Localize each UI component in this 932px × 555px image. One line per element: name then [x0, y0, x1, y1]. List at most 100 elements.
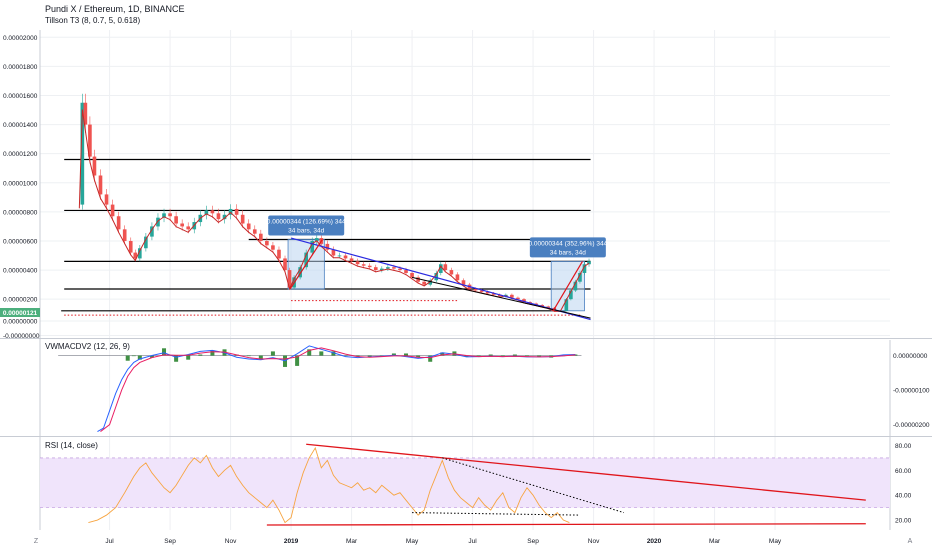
- candle-body: [116, 216, 121, 230]
- candle-body: [283, 258, 287, 271]
- x-tick-label: Mar: [346, 538, 358, 545]
- rsi-y-tick-label: 60.00: [895, 468, 912, 475]
- x-tick-label: Sep: [527, 538, 539, 545]
- rsi-legend[interactable]: RSI (14, close): [45, 441, 98, 450]
- macd-histogram-bar: [270, 351, 275, 356]
- macd-histogram-bar: [404, 353, 409, 356]
- candle-body: [104, 194, 109, 205]
- candle-body: [210, 210, 215, 214]
- measure-label-1[interactable]: 0.00000344 (126.69%) 344 34 bars, 34d: [267, 215, 346, 236]
- y-tick-label: -0.00000000: [3, 333, 40, 340]
- macd-y-tick-label: 0.00000000: [893, 353, 928, 360]
- measure-label-2[interactable]: 0.00000344 (352.96%) 344 34 bars, 34d: [528, 237, 608, 258]
- x-tick-label: May: [406, 538, 419, 545]
- x-tick-label: Nov: [225, 538, 237, 545]
- candle-body: [398, 268, 402, 271]
- candle-body: [271, 245, 275, 250]
- x-tick-label: Nov: [588, 538, 600, 545]
- candle-body: [386, 267, 390, 269]
- candle-body: [98, 175, 103, 195]
- x-tick-label: Sep: [164, 538, 176, 545]
- x-tick-label: Jul: [468, 538, 477, 545]
- macd-histogram-bar: [319, 351, 324, 356]
- macd-histogram-bar: [488, 354, 493, 356]
- rsi-trendline-dotted: [412, 512, 579, 516]
- rsi-pane[interactable]: [40, 443, 890, 526]
- macd-histogram-bar: [131, 355, 136, 357]
- y-tick-label: 0.00002000: [3, 35, 38, 42]
- y-tick-label: 0.00001800: [3, 64, 38, 71]
- candle-body: [259, 233, 263, 241]
- candle-body: [331, 249, 336, 256]
- x-tick-label: May: [769, 538, 782, 545]
- y-tick-label: 0.00000200: [3, 297, 38, 304]
- zoom-toggle-button[interactable]: Z: [34, 538, 39, 545]
- candle-body: [422, 281, 426, 285]
- last-price-text: 0.00000121: [3, 310, 38, 317]
- tillson-legend[interactable]: Tillson T3 (8, 0.7, 5, 0.618): [45, 16, 140, 25]
- measure-label-1-line2: 34 bars, 34d: [288, 228, 325, 235]
- grid-layer: [0, 30, 932, 530]
- price-pane[interactable]: [61, 93, 591, 321]
- macd-line: [97, 345, 576, 432]
- candle-body: [186, 226, 191, 230]
- candle-body: [174, 216, 178, 224]
- candle-body: [443, 264, 448, 271]
- candle-body: [373, 267, 378, 271]
- candle-body: [216, 213, 221, 220]
- symbol-title[interactable]: Pundi X / Ethereum, 1D, BINANCE: [45, 4, 185, 14]
- candle-body: [110, 204, 115, 217]
- candle-body: [277, 249, 281, 259]
- x-tick-label: 2020: [647, 538, 662, 545]
- candle-body: [392, 267, 396, 269]
- candle-body: [168, 213, 172, 217]
- candle-body: [122, 229, 127, 241]
- macd-histogram-bar: [125, 355, 130, 361]
- candle-body: [240, 214, 245, 224]
- candle-body: [349, 258, 354, 262]
- macd-histogram-bar: [512, 354, 517, 356]
- y-tick-label: 0.00001400: [3, 122, 38, 129]
- auto-scale-button[interactable]: A: [908, 538, 913, 545]
- macd-histogram-bar: [283, 355, 288, 367]
- candle-body: [449, 270, 454, 275]
- candle-body: [92, 156, 97, 176]
- measure-label-2-line2: 34 bars, 34d: [550, 249, 587, 256]
- macd-y-tick-label: -0.00000200: [893, 422, 930, 429]
- candle-body: [355, 261, 360, 265]
- macd-signal-line: [100, 347, 576, 432]
- rsi-band: [40, 457, 890, 508]
- y-tick-label: 0.00000400: [3, 268, 38, 275]
- candle-body: [234, 208, 239, 215]
- y-tick-label: 0.00001600: [3, 93, 38, 100]
- measure-label-2-line1: 0.00000344 (352.96%) 344: [528, 240, 607, 247]
- candle-body: [265, 240, 269, 246]
- candle-body: [455, 274, 460, 281]
- rsi-y-tick-label: 20.00: [895, 518, 912, 525]
- x-tick-label: 2019: [284, 538, 299, 545]
- macd-histogram-bar: [198, 354, 203, 356]
- candle-body: [461, 280, 466, 285]
- candle-body: [367, 265, 372, 268]
- y-tick-label: 0.00000800: [3, 209, 38, 216]
- macd-histogram-bar: [258, 355, 263, 359]
- candle-body: [128, 240, 133, 253]
- macd-histogram-bar: [246, 355, 251, 357]
- candle-body: [252, 229, 257, 234]
- trading-chart[interactable]: Jul Sep Nov 2019 Mar May Jul Sep Nov 2020 Mar May 0.…: [0, 0, 932, 550]
- y-tick-label: 0.00000000: [3, 318, 38, 325]
- vwmacd-pane[interactable]: [58, 345, 582, 432]
- y-tick-label: 0.00000600: [3, 238, 38, 245]
- candle-body: [180, 223, 184, 227]
- candle-body: [337, 255, 342, 257]
- rsi-trendline-red: [266, 523, 866, 526]
- measure-label-1-line1: 0.00000344 (126.69%) 344: [267, 219, 346, 226]
- x-tick-label: Mar: [709, 538, 721, 545]
- x-tick-label: Jul: [105, 538, 114, 545]
- y-tick-label: 0.00001200: [3, 151, 38, 158]
- y-tick-label: 0.00001000: [3, 180, 38, 187]
- chart-canvas[interactable]: Jul Sep Nov 2019 Mar May Jul Sep Nov 2020 Mar May 0.…: [0, 0, 932, 550]
- candle-body: [343, 255, 348, 259]
- vwmacd-legend[interactable]: VWMACDV2 (12, 26, 9): [45, 342, 130, 351]
- rsi-y-tick-label: 40.00: [895, 493, 912, 500]
